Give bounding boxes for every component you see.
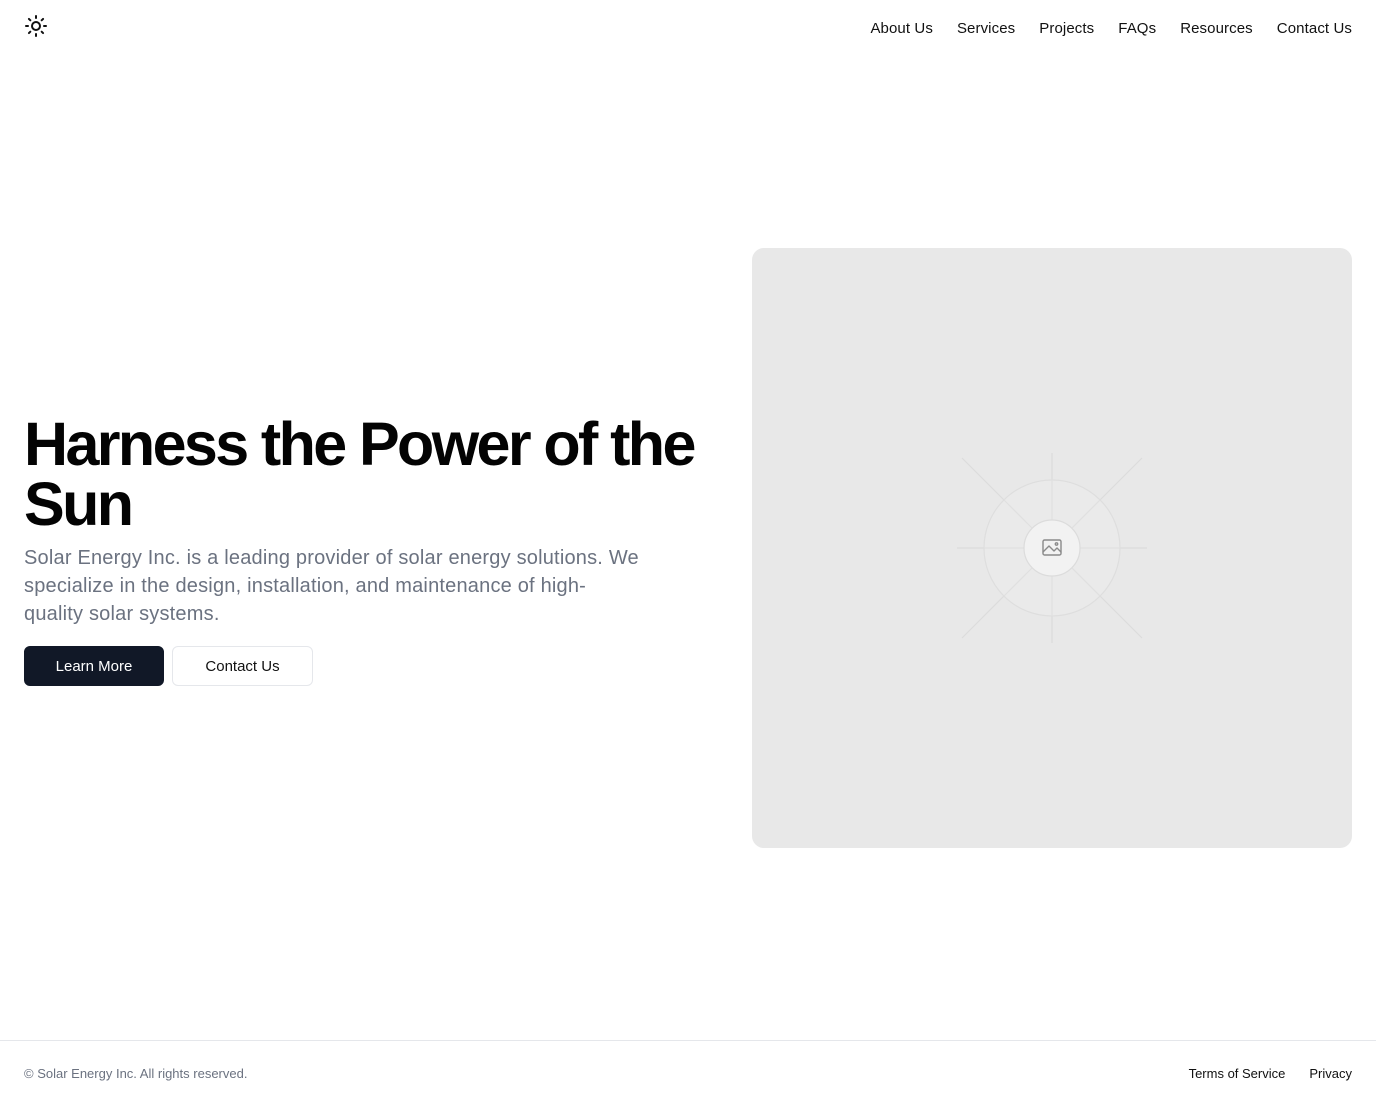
learn-more-button[interactable]: Learn More: [24, 646, 164, 686]
main-nav: About Us Services Projects FAQs Resource…: [870, 20, 1352, 37]
hero-title: Harness the Power of the Sun: [24, 410, 696, 538]
contact-us-button[interactable]: Contact Us: [172, 646, 313, 686]
site-footer: © Solar Energy Inc. All rights reserved.…: [0, 1040, 1376, 1105]
logo-link[interactable]: [24, 14, 48, 43]
privacy-link[interactable]: Privacy: [1309, 1066, 1352, 1081]
nav-about-us[interactable]: About Us: [870, 20, 933, 37]
sun-icon: [24, 14, 48, 43]
hero-description: Solar Energy Inc. is a leading provider …: [24, 547, 639, 625]
placeholder-graphic: [957, 453, 1147, 643]
copyright-text: © Solar Energy Inc. All rights reserved.: [24, 1065, 248, 1081]
nav-projects[interactable]: Projects: [1039, 20, 1094, 37]
nav-faqs[interactable]: FAQs: [1118, 20, 1156, 37]
footer-nav: Terms of Service Privacy: [1189, 1066, 1352, 1081]
terms-of-service-link[interactable]: Terms of Service: [1189, 1066, 1286, 1081]
site-header: About Us Services Projects FAQs Resource…: [0, 0, 1376, 56]
hero-actions: Learn More Contact Us: [24, 646, 724, 686]
nav-resources[interactable]: Resources: [1180, 20, 1253, 37]
nav-services[interactable]: Services: [957, 20, 1015, 37]
hero-image-placeholder: [752, 248, 1352, 848]
hero-section: Harness the Power of the Sun Solar Energ…: [24, 414, 724, 686]
page: About Us Services Projects FAQs Resource…: [0, 0, 1376, 1105]
nav-contact-us[interactable]: Contact Us: [1277, 20, 1352, 37]
